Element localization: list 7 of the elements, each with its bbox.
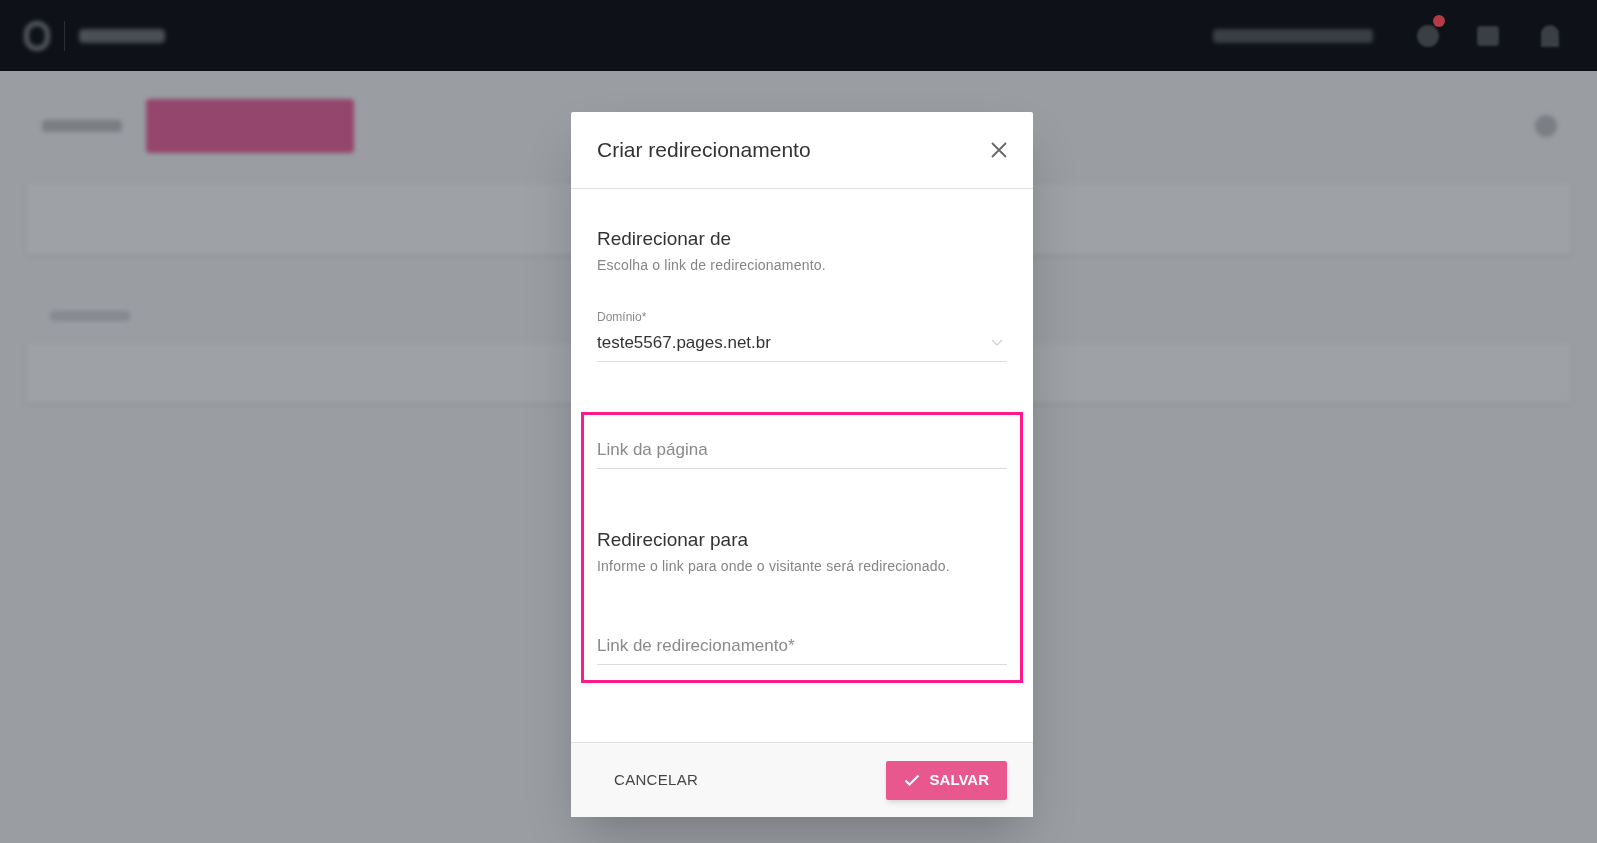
select-value: teste5567.pages.net.br (597, 332, 771, 354)
field-label: Domínio* (597, 309, 648, 325)
section-description: Escolha o link de redirecionamento. (597, 256, 827, 275)
section-heading: Redirecionar de (597, 227, 733, 251)
section-description: Informe o link para onde o visitante será redirecionado. (597, 557, 951, 576)
dialog-title: Criar redirecionamento (597, 137, 811, 164)
section-heading: Redirecionar para (597, 528, 750, 552)
